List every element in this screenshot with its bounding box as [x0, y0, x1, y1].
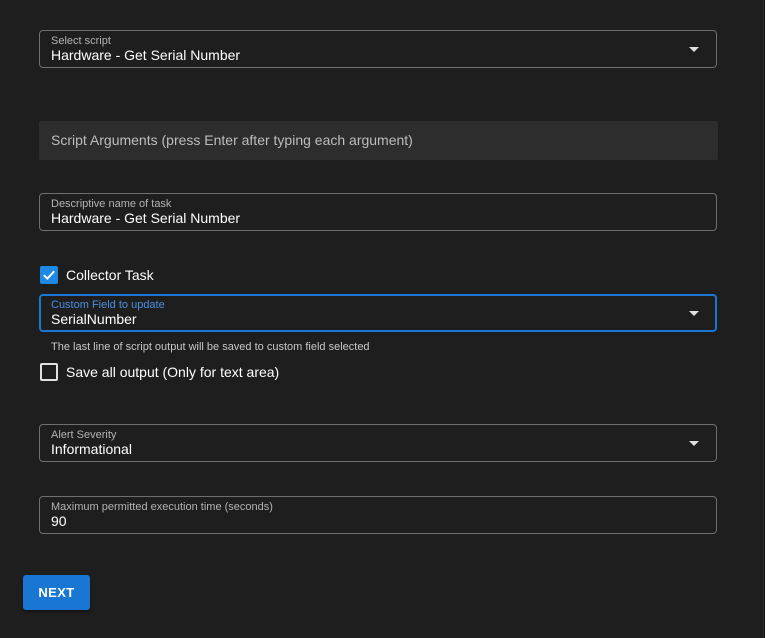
script-arguments-placeholder: Script Arguments (press Enter after typi…	[51, 132, 413, 148]
chevron-down-icon[interactable]	[689, 441, 699, 446]
alert-severity-value: Informational	[51, 441, 132, 457]
task-name-value: Hardware - Get Serial Number	[51, 210, 241, 226]
task-name-label: Descriptive name of task	[51, 198, 172, 210]
custom-field-label: Custom Field to update	[51, 299, 165, 311]
collector-task-label: Collector Task	[66, 267, 154, 283]
custom-field-value: SerialNumber	[51, 311, 137, 327]
next-button[interactable]: NEXT	[23, 575, 90, 610]
custom-field-helper-text: The last line of script output will be s…	[51, 341, 370, 353]
save-all-output-label: Save all output (Only for text area)	[66, 364, 280, 380]
task-form-panel: Select script Hardware - Get Serial Numb…	[0, 0, 764, 638]
custom-field-dropdown[interactable]: Custom Field to update SerialNumber	[39, 294, 717, 332]
timeout-value: 90	[51, 513, 67, 529]
alert-severity-label: Alert Severity	[51, 429, 117, 441]
alert-severity-dropdown[interactable]: Alert Severity Informational	[39, 424, 717, 462]
select-script-dropdown[interactable]: Select script Hardware - Get Serial Numb…	[39, 30, 717, 68]
script-arguments-input[interactable]: Script Arguments (press Enter after typi…	[39, 121, 718, 160]
collector-task-row[interactable]: Collector Task	[40, 266, 154, 284]
chevron-down-icon[interactable]	[689, 47, 699, 52]
select-script-value: Hardware - Get Serial Number	[51, 47, 241, 63]
check-icon	[43, 270, 55, 281]
collector-task-checkbox[interactable]	[40, 266, 58, 284]
select-script-label: Select script	[51, 35, 111, 47]
save-all-output-checkbox[interactable]	[40, 363, 58, 381]
timeout-field[interactable]: Maximum permitted execution time (second…	[39, 496, 717, 534]
save-all-output-row[interactable]: Save all output (Only for text area)	[40, 363, 279, 381]
task-name-field[interactable]: Descriptive name of task Hardware - Get …	[39, 193, 717, 231]
timeout-label: Maximum permitted execution time (second…	[51, 501, 273, 513]
chevron-down-icon[interactable]	[689, 311, 699, 316]
